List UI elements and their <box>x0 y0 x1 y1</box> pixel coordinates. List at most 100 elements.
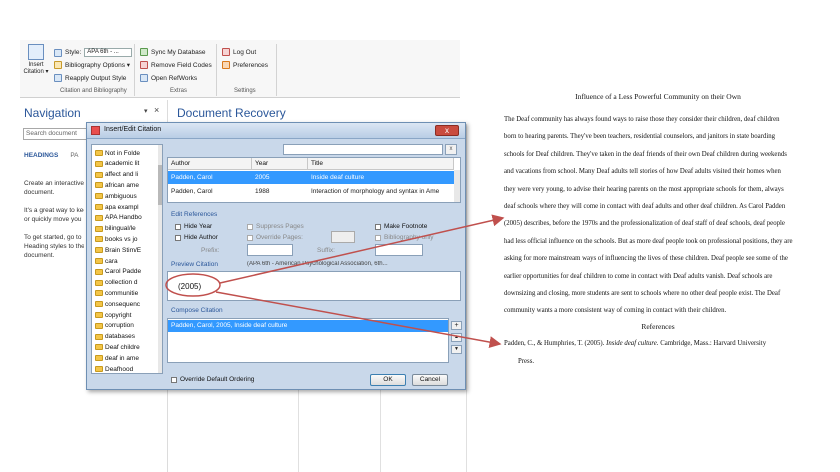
folder-label: affect and li <box>105 171 139 179</box>
reapply-output-style-button[interactable]: Reapply Output Style <box>54 74 126 82</box>
folder-item[interactable]: communitie <box>95 288 138 298</box>
folder-icon <box>95 366 103 372</box>
results-scrollbar[interactable] <box>454 170 460 202</box>
hide-year-checkbox[interactable]: Hide Year <box>175 223 212 230</box>
folder-icon <box>95 204 103 210</box>
tab-headings[interactable]: HEADINGS <box>24 152 58 159</box>
navigation-close-icon[interactable]: × <box>154 105 159 115</box>
insert-citation-label-1: Insert <box>28 62 44 68</box>
insert-citation-button[interactable]: Insert Citation ▾ <box>22 44 50 86</box>
folder-item[interactable]: deaf in ame <box>95 353 139 363</box>
checkbox-box <box>171 376 177 383</box>
compose-citation-list: Padden, Carol, 2005, Inside deaf culture <box>167 318 449 363</box>
folder-item[interactable]: consequenc <box>95 299 140 309</box>
document-line: (2005) describes, before the 1970s and t… <box>504 220 785 228</box>
navigation-help-text: To get started, go to <box>24 234 82 241</box>
folder-scrollbar-thumb[interactable] <box>158 165 162 205</box>
dialog-close-button[interactable]: x <box>435 125 459 136</box>
folder-item[interactable]: Deaf childre <box>95 342 140 352</box>
move-up-button[interactable]: ▲ <box>451 333 462 342</box>
checkbox-box <box>375 234 381 241</box>
tab-pages[interactable]: PA <box>70 152 78 159</box>
folder-icon <box>95 150 103 156</box>
move-down-button[interactable]: ▼ <box>451 345 462 354</box>
folder-item[interactable]: copyright <box>95 310 131 320</box>
folder-item[interactable]: apa exampl <box>95 202 139 212</box>
bibliography-only-checkbox[interactable]: Bibliography only <box>375 234 434 241</box>
folder-item[interactable]: affect and li <box>95 170 138 180</box>
folder-icon <box>95 312 103 318</box>
folder-item[interactable]: cara <box>95 256 118 266</box>
override-default-ordering-checkbox[interactable]: Override Default Ordering <box>171 376 254 383</box>
hide-author-checkbox[interactable]: Hide Author <box>175 234 218 241</box>
folder-label: books vs jo <box>105 235 138 243</box>
log-out-button[interactable]: Log Out <box>222 48 256 56</box>
folder-icon <box>95 322 103 329</box>
document-line: deaf schools where they will come in con… <box>504 203 786 210</box>
preferences-button[interactable]: Preferences <box>222 61 268 69</box>
folder-icon <box>95 268 103 275</box>
folder-item[interactable]: APA Handbo <box>95 213 142 223</box>
folder-list: Not in Folde academic lit affect and li afr… <box>91 144 163 374</box>
dialog-title: Insert/Edit Citation <box>104 126 162 133</box>
search-clear-button[interactable]: x <box>445 144 457 155</box>
prefix-input[interactable] <box>247 244 293 256</box>
folder-icon <box>95 193 103 200</box>
bibliography-options-label: Bibliography Options ▾ <box>65 62 131 69</box>
suffix-input[interactable] <box>375 244 423 256</box>
folder-item[interactable]: databases <box>95 332 135 342</box>
folder-scrollbar[interactable] <box>158 145 162 373</box>
checkbox-box <box>247 223 253 230</box>
column-header-title[interactable]: Title <box>308 158 454 170</box>
folder-icon <box>95 225 103 232</box>
folder-item[interactable]: academic lit <box>95 159 139 169</box>
folder-item[interactable]: ambiguous <box>95 191 137 201</box>
folder-label: Deaf childre <box>105 343 140 351</box>
sync-my-database-button[interactable]: Sync My Database <box>140 48 206 56</box>
bibliography-options-button[interactable]: Bibliography Options ▾ <box>54 61 130 69</box>
folder-icon <box>95 247 103 254</box>
table-row[interactable]: Padden, Carol 2005 Inside deaf culture <box>168 171 454 184</box>
reference-results-table: Author Year Title Padden, Carol 2005 Ins… <box>167 157 461 203</box>
reapply-output-style-label: Reapply Output Style <box>65 74 127 82</box>
document-line: born to hearing parents. They've been te… <box>504 133 775 141</box>
style-label: Style: <box>65 49 82 56</box>
reference-search-input[interactable] <box>283 144 443 155</box>
refworks-icon <box>140 74 148 82</box>
make-footnote-checkbox[interactable]: Make Footnote <box>375 223 427 230</box>
remove-field-codes-button[interactable]: Remove Field Codes <box>140 61 212 69</box>
folder-item[interactable]: Not in Folde <box>95 148 140 158</box>
suppress-pages-checkbox[interactable]: Suppress Pages <box>247 223 304 230</box>
sync-my-database-label: Sync My Database <box>151 48 206 56</box>
preview-citation-text: (2005) <box>178 282 202 291</box>
navigation-options-icon[interactable]: ▾ <box>144 107 148 115</box>
override-pages-checkbox[interactable]: Override Pages: <box>247 234 303 241</box>
add-reference-button[interactable]: + <box>451 321 462 330</box>
cancel-button[interactable]: Cancel <box>412 374 448 386</box>
folder-item[interactable]: books vs jo <box>95 234 138 244</box>
bibliography-icon <box>54 61 62 69</box>
override-pages-input[interactable] <box>331 231 355 243</box>
ok-button[interactable]: OK <box>370 374 406 386</box>
make-footnote-label: Make Footnote <box>384 223 428 230</box>
folder-item[interactable]: Deafhood <box>95 364 133 373</box>
style-select[interactable]: APA 6th - ... <box>84 48 133 57</box>
document-page: Influence of a Less Powerful Community o… <box>484 78 832 378</box>
preview-style-description: (APA 6th - American Psychological Associ… <box>247 261 388 267</box>
open-refworks-button[interactable]: Open RefWorks <box>140 74 197 82</box>
log-out-label: Log Out <box>233 48 257 56</box>
folder-item[interactable]: african ame <box>95 180 139 190</box>
folder-icon <box>95 214 103 221</box>
column-header-author[interactable]: Author <box>168 158 252 170</box>
dialog-titlebar[interactable]: Insert/Edit Citation x <box>87 123 465 139</box>
table-row[interactable]: Padden, Carol 1988 Interaction of morpho… <box>168 185 454 198</box>
column-header-year[interactable]: Year <box>252 158 308 170</box>
list-item[interactable]: Padden, Carol, 2005, Inside deaf culture <box>168 320 448 332</box>
folder-label: Brain Stim/E <box>105 246 142 254</box>
folder-item[interactable]: Brain Stim/E <box>95 245 141 255</box>
navigation-help-text: It's a great way to keep <box>24 207 84 214</box>
folder-item[interactable]: bilingual/le <box>95 224 136 234</box>
folder-item[interactable]: corruption <box>95 321 134 331</box>
folder-item[interactable]: Carol Padde <box>95 267 141 277</box>
folder-item[interactable]: collection d <box>95 278 138 288</box>
